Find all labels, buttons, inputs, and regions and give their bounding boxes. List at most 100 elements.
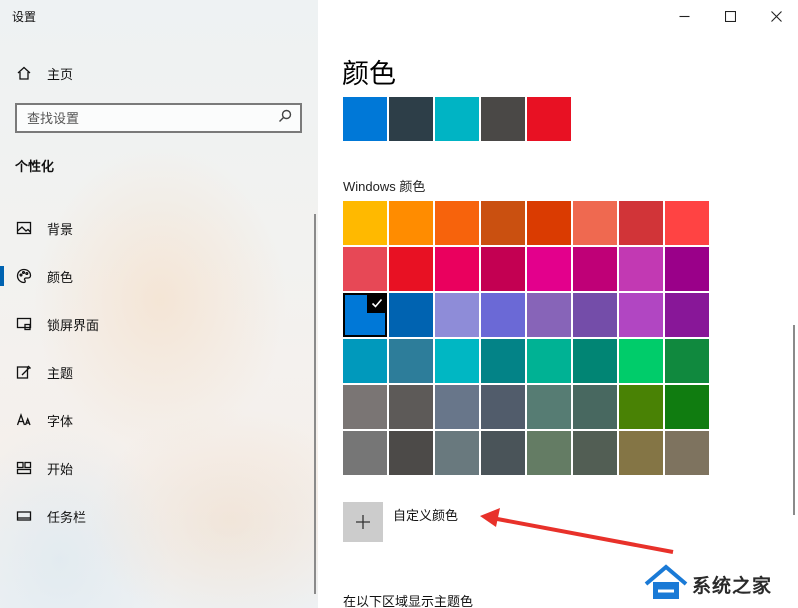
sidebar-item-label: 字体 [47, 413, 74, 429]
sidebar-item-fonts[interactable]: 字体 [0, 396, 318, 444]
theme-brush-icon [15, 363, 33, 381]
recent-color-swatch[interactable] [527, 97, 571, 141]
watermark-text: 系统之家 [692, 576, 773, 597]
color-swatch[interactable] [343, 385, 387, 429]
minimize-icon [679, 15, 689, 17]
sidebar-item-label: 锁屏界面 [47, 317, 100, 333]
color-swatch[interactable] [343, 201, 387, 245]
color-swatch[interactable] [573, 201, 617, 245]
color-swatch[interactable] [481, 201, 525, 245]
color-swatch[interactable] [665, 293, 709, 337]
color-swatch[interactable] [389, 201, 433, 245]
custom-color-button[interactable]: 自定义颜色 [343, 502, 458, 542]
color-swatch[interactable] [343, 431, 387, 475]
windows-colors-label: Windows 颜色 [343, 179, 426, 194]
plus-icon[interactable] [343, 502, 383, 542]
color-swatch[interactable] [389, 431, 433, 475]
sidebar: 设置 主页 个性化 背景 颜色 锁屏界面 [0, 0, 318, 608]
accent-surfaces-heading: 在以下区域显示主题色 [343, 594, 474, 608]
color-swatch[interactable] [527, 339, 571, 383]
windows-color-grid [343, 201, 709, 475]
watermark: 系统之家 [604, 558, 798, 608]
sidebar-item-label: 任务栏 [47, 509, 87, 525]
home-icon [15, 64, 33, 82]
color-swatch[interactable] [619, 385, 663, 429]
sidebar-item-taskbar[interactable]: 任务栏 [0, 492, 318, 540]
color-swatch[interactable] [343, 247, 387, 291]
color-swatch[interactable] [481, 247, 525, 291]
sidebar-item-lock-screen[interactable]: 锁屏界面 [0, 300, 318, 348]
color-swatch[interactable] [527, 431, 571, 475]
sidebar-item-label: 开始 [47, 461, 74, 477]
color-swatch[interactable] [481, 339, 525, 383]
custom-color-label: 自定义颜色 [393, 508, 459, 523]
color-swatch[interactable] [389, 385, 433, 429]
color-swatch[interactable] [619, 339, 663, 383]
font-icon [15, 411, 33, 429]
color-swatch-selected[interactable] [343, 293, 387, 337]
search-input[interactable] [27, 110, 278, 126]
recent-color-swatch[interactable] [481, 97, 525, 141]
color-swatch[interactable] [435, 201, 479, 245]
color-swatch[interactable] [389, 247, 433, 291]
recent-color-swatch[interactable] [435, 97, 479, 141]
color-swatch[interactable] [573, 293, 617, 337]
sidebar-item-start[interactable]: 开始 [0, 444, 318, 492]
color-swatch[interactable] [481, 293, 525, 337]
color-swatch[interactable] [389, 293, 433, 337]
color-swatch[interactable] [481, 385, 525, 429]
color-swatch[interactable] [435, 431, 479, 475]
sidebar-item-label: 主题 [47, 365, 74, 381]
color-swatch[interactable] [573, 431, 617, 475]
color-swatch[interactable] [573, 385, 617, 429]
maximize-icon [724, 10, 736, 22]
house-logo-icon [644, 564, 688, 599]
minimize-button[interactable] [661, 2, 707, 30]
recent-color-swatch[interactable] [343, 97, 387, 141]
color-swatch[interactable] [527, 247, 571, 291]
search-box[interactable] [15, 103, 302, 133]
picture-icon [15, 219, 33, 237]
color-swatch[interactable] [527, 201, 571, 245]
color-swatch[interactable] [527, 385, 571, 429]
sidebar-item-label: 主页 [47, 66, 74, 82]
close-icon [770, 10, 782, 22]
sidebar-item-themes[interactable]: 主题 [0, 348, 318, 396]
color-swatch[interactable] [619, 431, 663, 475]
color-swatch[interactable] [435, 385, 479, 429]
app-title: 设置 [12, 10, 37, 24]
color-swatch[interactable] [665, 431, 709, 475]
color-swatch[interactable] [619, 293, 663, 337]
sidebar-item-colors[interactable]: 颜色 [0, 252, 318, 300]
color-swatch[interactable] [619, 201, 663, 245]
color-swatch[interactable] [389, 339, 433, 383]
section-title: 个性化 [15, 159, 55, 174]
color-swatch[interactable] [435, 247, 479, 291]
color-swatch[interactable] [435, 293, 479, 337]
color-swatch[interactable] [619, 247, 663, 291]
color-swatch[interactable] [665, 201, 709, 245]
close-button[interactable] [753, 2, 798, 30]
sidebar-scrollbar[interactable] [314, 214, 316, 594]
page-title: 颜色 [342, 59, 396, 89]
color-swatch[interactable] [481, 431, 525, 475]
color-swatch[interactable] [435, 339, 479, 383]
recent-colors [343, 97, 573, 141]
color-swatch[interactable] [527, 293, 571, 337]
color-swatch[interactable] [665, 247, 709, 291]
recent-color-swatch[interactable] [389, 97, 433, 141]
sidebar-item-home[interactable]: 主页 [15, 62, 73, 84]
checkmark-icon [367, 293, 387, 313]
color-swatch[interactable] [343, 339, 387, 383]
lock-screen-icon [15, 315, 33, 333]
content-scrollbar[interactable] [793, 325, 795, 515]
sidebar-item-label: 背景 [47, 221, 74, 237]
color-swatch[interactable] [665, 339, 709, 383]
search-icon[interactable] [278, 109, 292, 128]
sidebar-item-label: 颜色 [47, 269, 74, 285]
sidebar-item-background[interactable]: 背景 [0, 204, 318, 252]
color-swatch[interactable] [573, 247, 617, 291]
color-swatch[interactable] [665, 385, 709, 429]
color-swatch[interactable] [573, 339, 617, 383]
maximize-button[interactable] [707, 2, 753, 30]
